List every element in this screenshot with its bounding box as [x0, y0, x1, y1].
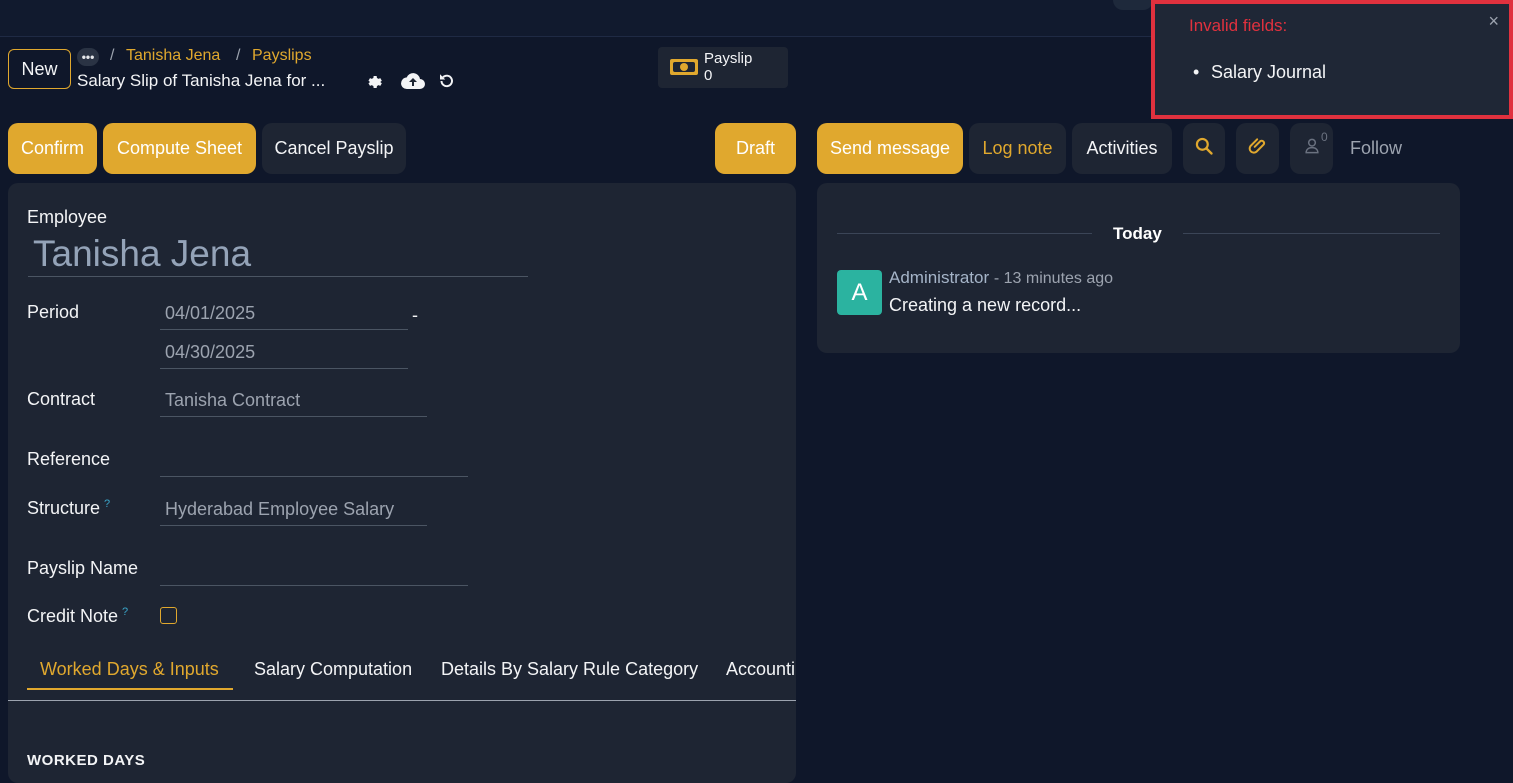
breadcrumb-payslips-link[interactable]: Payslips	[252, 47, 312, 65]
period-label: Period	[27, 302, 80, 322]
message-header: Administrator - 13 minutes ago	[889, 268, 1113, 288]
invalid-fields-notification: Invalid fields: Salary Journal ×	[1151, 0, 1513, 119]
search-messages-button[interactable]	[1183, 123, 1225, 174]
period-to-field[interactable]: 04/30/2025	[160, 336, 408, 369]
worked-days-heading: WORKED DAYS	[27, 752, 146, 769]
tab-details-by-salary-rule-category[interactable]: Details By Salary Rule Category	[441, 659, 698, 680]
status-draft-button[interactable]: Draft	[715, 123, 796, 174]
tab-worked-days-inputs[interactable]: Worked Days & Inputs	[40, 659, 219, 680]
user-icon	[1302, 136, 1322, 161]
followers-button[interactable]: 0	[1290, 123, 1333, 174]
close-icon[interactable]: ×	[1488, 11, 1499, 32]
contract-label: Contract	[27, 389, 96, 409]
navbar-pill[interactable]	[1113, 0, 1153, 10]
payslip-name-label: Payslip Name	[27, 558, 139, 578]
log-note-button[interactable]: Log note	[969, 123, 1066, 174]
breadcrumb-separator: /	[110, 47, 115, 64]
message-time: - 13 minutes ago	[993, 270, 1114, 287]
invalid-field-item: Salary Journal	[1193, 62, 1326, 83]
follow-button[interactable]: Follow	[1350, 138, 1402, 159]
cloud-upload-icon[interactable]	[401, 71, 425, 91]
breadcrumb-separator: /	[236, 47, 241, 64]
notification-body: Invalid fields: Salary Journal	[1171, 4, 1509, 115]
follower-count: 0	[1321, 130, 1328, 144]
paperclip-icon	[1248, 136, 1268, 161]
credit-note-label: Credit Note?	[27, 606, 128, 627]
reference-field[interactable]	[160, 444, 468, 477]
date-divider-line	[837, 233, 1092, 234]
payslip-name-field[interactable]	[160, 553, 468, 586]
help-icon[interactable]: ?	[104, 498, 110, 510]
employee-label: Employee	[27, 207, 108, 227]
employee-field[interactable]: Tanisha Jena	[28, 233, 528, 277]
credit-note-checkbox[interactable]	[160, 607, 177, 624]
smart-button-label: Payslip 0	[704, 50, 753, 84]
period-separator: -	[412, 305, 418, 325]
structure-label-text: Structure	[27, 498, 101, 518]
tab-salary-computation[interactable]: Salary Computation	[254, 659, 412, 680]
compute-sheet-button[interactable]: Compute Sheet	[103, 123, 256, 174]
date-divider-line	[1183, 233, 1440, 234]
contract-field[interactable]: Tanisha Contract	[160, 384, 427, 417]
help-icon[interactable]: ?	[122, 606, 128, 618]
avatar[interactable]: A	[837, 270, 882, 315]
structure-field[interactable]: Hyderabad Employee Salary	[160, 493, 427, 526]
activities-button[interactable]: Activities	[1072, 123, 1172, 174]
reference-label: Reference	[27, 449, 111, 469]
structure-label: Structure?	[27, 498, 110, 519]
money-icon	[669, 56, 699, 78]
breadcrumb-menu-button[interactable]: •••	[77, 48, 99, 66]
active-tab-indicator	[27, 688, 233, 690]
date-separator: Today	[1113, 224, 1162, 243]
credit-note-label-text: Credit Note	[27, 606, 119, 626]
payslip-smart-button[interactable]: Payslip 0	[658, 47, 788, 88]
send-message-button[interactable]: Send message	[817, 123, 963, 174]
notification-title: Invalid fields:	[1189, 16, 1288, 35]
search-icon	[1194, 136, 1214, 161]
attachments-button[interactable]	[1236, 123, 1279, 174]
confirm-button[interactable]: Confirm	[8, 123, 97, 174]
record-title: Salary Slip of Tanisha Jena for ...	[77, 71, 326, 90]
tab-accounting[interactable]: Accounting	[726, 659, 796, 680]
gear-icon[interactable]	[365, 72, 385, 92]
notebook-tabs: Worked Days & Inputs Salary Computation …	[8, 652, 796, 701]
period-from-field[interactable]: 04/01/2025	[160, 297, 408, 330]
breadcrumb-employee-link[interactable]: Tanisha Jena	[126, 47, 220, 65]
cancel-payslip-button[interactable]: Cancel Payslip	[262, 123, 406, 174]
message-body: Creating a new record...	[889, 295, 1082, 315]
new-button[interactable]: New	[8, 49, 71, 89]
message-author[interactable]: Administrator	[889, 268, 989, 287]
discard-icon[interactable]	[436, 71, 456, 91]
